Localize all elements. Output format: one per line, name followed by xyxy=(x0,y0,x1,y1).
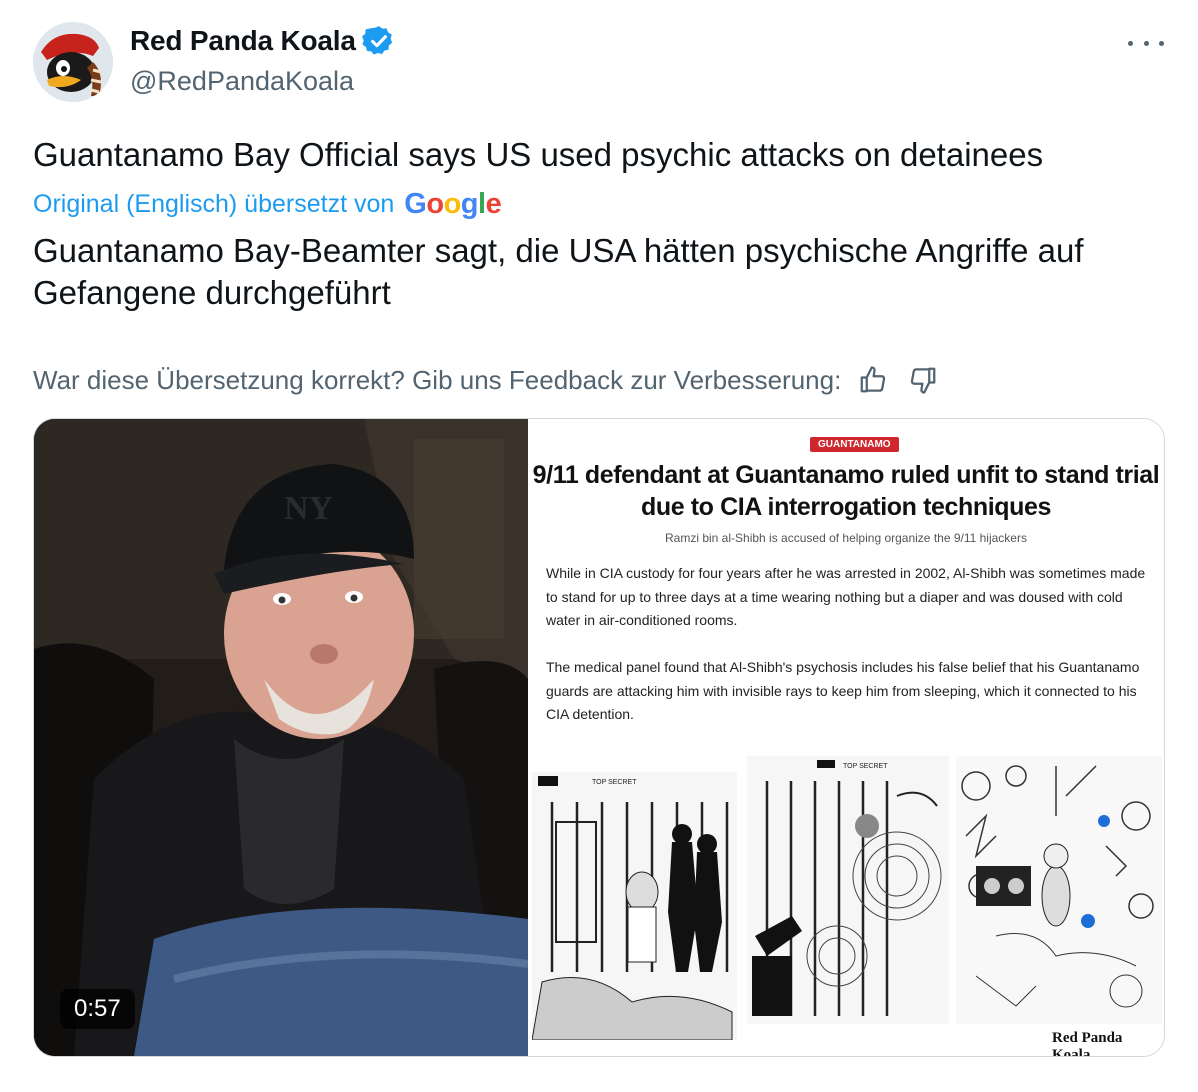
drawing-header-2: TOP SECRET xyxy=(843,763,888,770)
article-screenshot: GUANTANAMO 9/11 defendant at Guantanamo … xyxy=(528,419,1164,1056)
translated-by-label[interactable]: Original (Englisch) übersetzt von xyxy=(33,190,394,219)
svg-text:NY: NY xyxy=(284,490,333,527)
article-headline: 9/11 defendant at Guantanamo ruled unfit… xyxy=(532,461,1160,521)
verified-badge-icon xyxy=(361,26,392,55)
more-dot-icon xyxy=(1143,40,1149,46)
tweet-translated-text: Guantanamo Bay-Beamter sagt, die USA hät… xyxy=(33,232,1084,311)
author-handle[interactable]: @RedPandaKoala xyxy=(130,66,354,97)
google-logo-icon: Google xyxy=(404,188,502,220)
article-paragraph: While in CIA custody for four years afte… xyxy=(546,565,1146,628)
feedback-prompt: War diese Übersetzung korrekt? Gib uns F… xyxy=(33,364,842,395)
avatar[interactable] xyxy=(33,22,113,102)
cartoon-duck-avatar-icon xyxy=(33,22,113,102)
detainee-drawing-2: TOP SECRET xyxy=(747,756,949,1024)
video-thumbnail: NY xyxy=(34,419,528,1056)
article-subhead: Ramzi bin al-Shibh is accused of helping… xyxy=(665,531,1027,545)
author-name-row[interactable]: Red Panda Koala xyxy=(130,24,396,58)
thumbs-up-icon xyxy=(860,366,886,393)
thumbs-up-button[interactable] xyxy=(855,362,891,398)
detainee-drawing-3 xyxy=(956,756,1162,1024)
translation-attribution[interactable]: Original (Englisch) übersetzt von Google xyxy=(33,188,502,221)
thumbs-down-button[interactable] xyxy=(905,362,941,398)
detainee-drawing-1: TOP SECRET xyxy=(532,772,737,1040)
article-tag: GUANTANAMO xyxy=(810,437,899,452)
tweet-media[interactable]: NY 0:57 GUANTANAMO 9/11 defendant at Gua… xyxy=(33,418,1165,1057)
more-dot-icon xyxy=(1159,40,1164,46)
video-player[interactable]: NY 0:57 xyxy=(34,419,528,1056)
more-options-button[interactable] xyxy=(1128,28,1164,58)
detainee-drawings: TOP SECRET TOP SECRET Red Panda Koala xyxy=(528,754,1164,1056)
thumbs-down-icon xyxy=(911,367,936,394)
more-dot-icon xyxy=(1128,40,1133,46)
video-duration: 0:57 xyxy=(60,989,135,1029)
author-display-name[interactable]: Red Panda Koala xyxy=(130,25,356,57)
article-paragraph: The medical panel found that Al-Shibh's … xyxy=(546,659,1140,722)
tweet-original-text: Guantanamo Bay Official says US used psy… xyxy=(33,136,1044,173)
drawing-header-1: TOP SECRET xyxy=(592,779,637,786)
translation-feedback: War diese Übersetzung korrekt? Gib uns F… xyxy=(33,362,941,398)
watermark: Red Panda Koala xyxy=(1052,1030,1123,1057)
